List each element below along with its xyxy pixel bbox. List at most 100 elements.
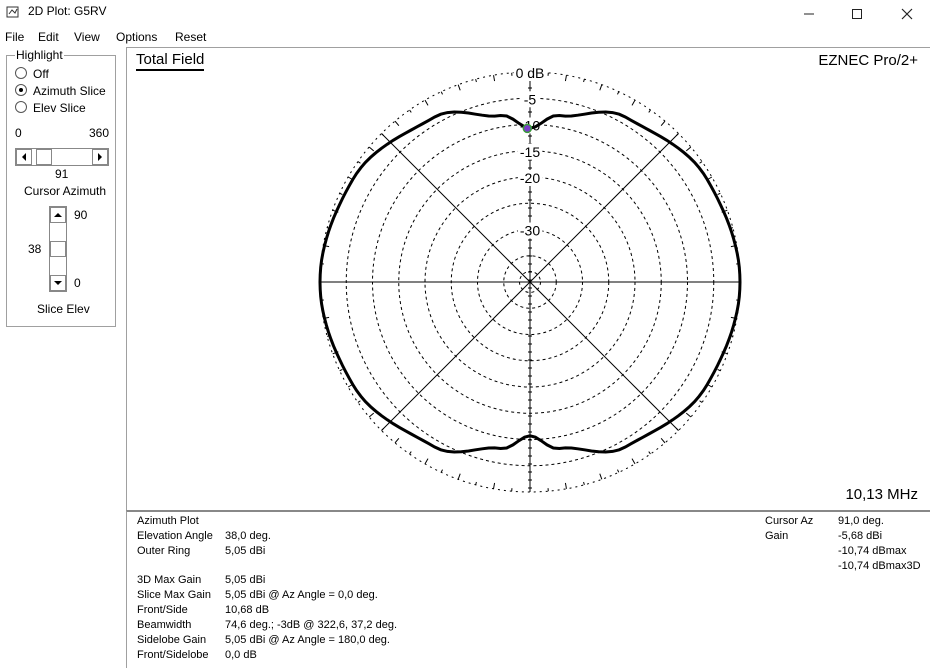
outer-tick-240 [425,459,428,464]
scroll-right-arrow[interactable] [92,149,108,165]
outer-tick-310 [661,438,665,443]
info-label-outer-ring: Outer Ring [137,545,190,557]
outer-tick-315 [676,428,678,430]
outer-tick-225 [382,428,384,430]
info-value-front-sidelobe: 0,0 dB [225,649,257,661]
title-bar: 2D Plot: G5RV [0,0,930,26]
outer-tick-230 [395,438,399,443]
info-value-gain-dbmax3d: -10,74 dBmax3D [838,560,921,572]
outer-tick-35 [700,162,702,164]
outer-tick-155 [340,193,343,194]
outer-tick-25 [718,193,721,194]
outer-tick-40 [686,147,691,151]
outer-tick-75 [584,79,585,82]
info-label-sidelobe-gain: Sidelobe Gain [137,634,206,646]
outer-tick-245 [441,470,442,473]
outer-tick-70 [600,85,602,91]
menu-file[interactable]: File [5,30,24,44]
radio-off[interactable]: Off [15,67,49,83]
outer-tick-130 [395,121,399,126]
radio-azimuth-indicator[interactable] [15,84,27,96]
outer-tick-335 [718,369,721,370]
outer-tick-285 [584,482,585,485]
maximize-button[interactable] [834,0,880,26]
menu-options[interactable]: Options [116,30,157,44]
azimuth-value: 91 [55,167,68,181]
outer-tick-105 [476,79,477,82]
polar-plot-area: Total Field EZNEC Pro/2+ 10,13 MHz 0 dB-… [126,47,930,511]
azimuth-min-label: 0 [15,126,22,140]
info-label-cursor-az: Cursor Az [765,515,813,527]
radio-elev-label: Elev Slice [33,101,86,115]
radio-off-indicator[interactable] [15,67,27,79]
close-button[interactable] [884,0,930,26]
radio-azimuth-slice[interactable]: Azimuth Slice [15,84,106,100]
outer-tick-45 [676,134,678,136]
radio-elev-slice[interactable]: Elev Slice [15,101,86,117]
radio-elev-indicator[interactable] [15,101,27,113]
up-arrow-icon [51,208,65,222]
ring-label-1: -5 [524,91,537,107]
minimize-icon [803,8,815,20]
outer-tick-250 [458,474,460,480]
menu-edit[interactable]: Edit [38,30,59,44]
outer-tick-295 [617,470,618,473]
info-label-slice-max-gain: Slice Max Gain [137,589,211,601]
minimize-button[interactable] [786,0,832,26]
info-value-gain-dbmax: -10,74 dBmax [838,545,906,557]
left-arrow-icon [17,150,31,164]
info-label-elevation-angle: Elevation Angle [137,530,213,542]
app-icon [6,5,20,19]
outer-tick-305 [649,452,651,454]
outer-tick-300 [632,459,635,464]
slice-elev-label: Slice Elev [37,302,90,316]
azimuth-scrollbar[interactable] [15,148,109,166]
info-value-beamwidth: 74,6 deg.; -3dB @ 322,6, 37,2 deg. [225,619,397,631]
polar-chart: 0 dB-5-10-15-20-30 [127,48,930,511]
outer-tick-60 [632,100,635,105]
outer-tick-135 [382,134,384,136]
scroll-up-arrow[interactable] [50,207,66,223]
ring-label-3: -15 [520,144,540,160]
info-value-slice-max-gain: 5,05 dBi @ Az Angle = 0,0 deg. [225,589,378,601]
info-label-gain: Gain [765,530,788,542]
info-label-3d-max-gain: 3D Max Gain [137,574,201,586]
info-value-gain-dbi: -5,68 dBi [838,530,882,542]
outer-tick-115 [441,92,442,95]
outer-tick-255 [476,482,477,485]
radio-azimuth-label: Azimuth Slice [33,84,106,98]
info-value-sidelobe-gain: 5,05 dBi @ Az Angle = 180,0 deg. [225,634,390,646]
outer-tick-110 [458,85,460,91]
info-label-azimuth-plot: Azimuth Plot [137,515,199,527]
window-title: 2D Plot: G5RV [28,4,106,18]
outer-tick-205 [340,369,343,370]
elev-max-label: 90 [74,208,87,222]
info-value-front-side: 10,68 dB [225,604,269,616]
maximize-icon [851,8,863,20]
menu-view[interactable]: View [74,30,100,44]
outer-tick-260 [494,483,495,489]
cursor-azimuth-label: Cursor Azimuth [24,184,106,198]
outer-tick-215 [358,401,360,403]
scroll-down-arrow[interactable] [50,275,66,291]
elev-min-label: 0 [74,276,81,290]
azimuth-max-label: 360 [89,126,109,140]
elevation-scroll-thumb[interactable] [50,241,66,257]
ring-label-5: -30 [520,223,540,239]
outer-tick-280 [565,483,566,489]
azimuth-scroll-thumb[interactable] [36,149,52,165]
down-arrow-icon [51,276,65,290]
outer-tick-145 [358,162,360,164]
info-value-3d-max-gain: 5,05 dBi [225,574,265,586]
scroll-left-arrow[interactable] [16,149,32,165]
outer-tick-290 [600,474,602,480]
info-panel: Azimuth Plot Elevation Angle 38,0 deg. O… [126,510,930,668]
elevation-scrollbar[interactable] [49,206,67,292]
info-value-outer-ring: 5,05 dBi [225,545,265,557]
outer-tick-55 [649,110,651,112]
outer-tick-120 [425,100,428,105]
close-icon [901,8,913,20]
menu-reset[interactable]: Reset [175,30,206,44]
elev-value: 38 [28,242,41,256]
info-value-cursor-az: 91,0 deg. [838,515,884,527]
